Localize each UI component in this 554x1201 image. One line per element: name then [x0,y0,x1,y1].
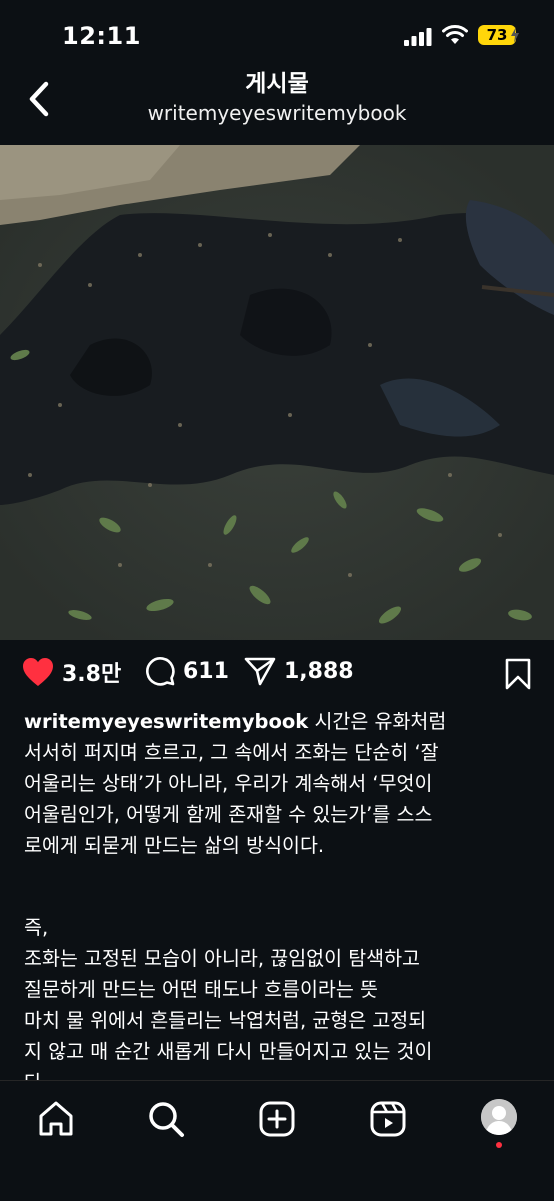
caption-line: 즉, [24,916,49,939]
share-button[interactable]: 1,888 [244,656,354,686]
bookmark-icon[interactable] [504,658,532,690]
post-caption: writemyeyeswritemybook 시간은 유화처럼 서서히 퍼지며 … [24,706,534,1098]
heart-icon [23,658,53,686]
post-media[interactable] [0,145,554,640]
caption-line: 로에게 되묻게 만드는 삶의 방식이다. [24,834,325,857]
comment-icon [146,657,175,686]
wifi-icon [442,25,468,44]
like-button[interactable]: 3.8만 [22,656,121,688]
caption-line: 조화는 고정된 모습이 아니라, 끊임없이 탐색하고 [24,947,420,970]
search-icon[interactable] [146,1099,186,1139]
caption-line: writemyeyeswritemybook 시간은 유화처럼 [24,710,447,733]
paper-plane-icon [244,657,276,686]
post-author-username[interactable]: writemyeyeswritemybook [0,101,554,125]
avatar-icon [481,1099,517,1135]
profile-avatar[interactable] [481,1099,517,1135]
page-title: 게시물 [245,71,309,97]
caption-line: 지 않고 매 순간 새롭게 다시 만들어지고 있는 것이 [24,1040,433,1063]
charging-bolt-icon [511,27,519,43]
cellular-signal-icon [404,28,432,46]
reels-icon[interactable] [368,1099,408,1139]
caption-line: 어울리는 상태’가 아니라, 우리가 계속해서 ‘무엇이 [24,772,433,795]
caption-username[interactable]: writemyeyeswritemybook [24,710,308,733]
caption-line: 서서히 퍼지며 흐르고, 그 속에서 조화는 단순히 ‘잘 [24,741,439,764]
bottom-nav [0,1080,554,1201]
home-icon[interactable] [36,1099,76,1139]
share-count: 1,888 [284,658,354,684]
caption-line: 질문하게 만드는 어떤 태도나 흐름이라는 뜻 [24,978,378,1001]
create-icon[interactable] [257,1099,297,1139]
comment-button[interactable]: 611 [145,656,229,686]
caption-line: 어울림인가, 어떻게 함께 존재할 수 있는가’를 스스 [24,803,433,826]
caption-line: 마치 물 위에서 흔들리는 낙엽처럼, 균형은 고정되 [24,1009,427,1032]
comment-count: 611 [183,658,229,684]
notification-dot [496,1142,502,1148]
status-time: 12:11 [62,22,141,50]
post-actions: 3.8만 611 1,888 [0,652,554,698]
like-count: 3.8만 [62,662,122,687]
battery-level: 73 [486,26,508,44]
puddle-with-leaves-image [0,145,554,640]
status-bar: 12:11 73 [0,0,554,72]
